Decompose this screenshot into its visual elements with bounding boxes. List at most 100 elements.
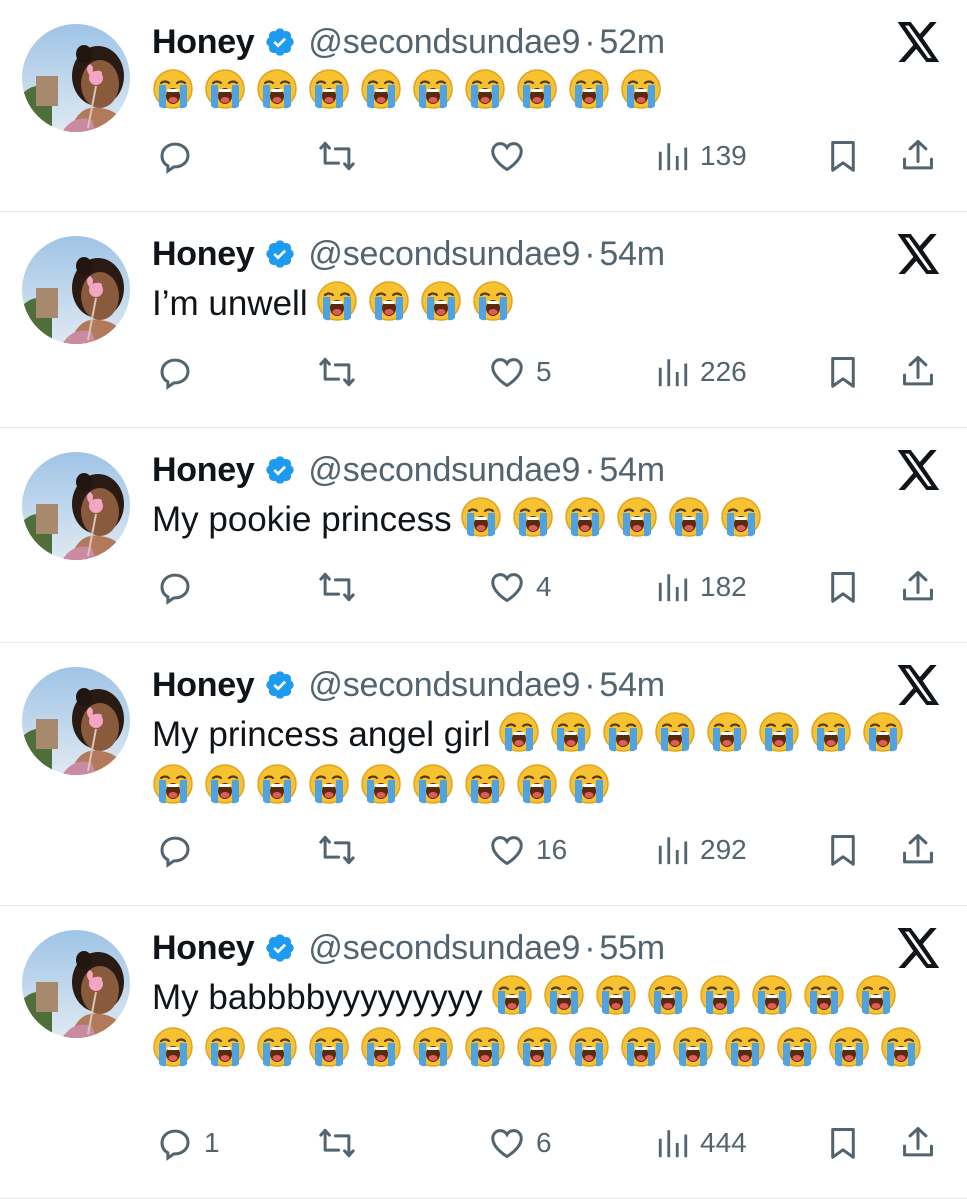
reply-button[interactable] xyxy=(156,352,194,392)
loudly-crying-face-icon xyxy=(550,711,592,753)
x-logo-icon xyxy=(897,234,941,274)
retweet-button[interactable] xyxy=(318,352,356,392)
loudly-crying-face-icon xyxy=(568,1026,610,1068)
reply-icon xyxy=(156,568,194,606)
reply-button[interactable] xyxy=(156,830,194,870)
bookmark-button[interactable] xyxy=(824,136,862,176)
like-button[interactable]: 16 xyxy=(488,830,567,870)
like-icon xyxy=(488,137,526,175)
retweet-button[interactable] xyxy=(318,830,356,870)
tweet-card[interactable]: Honey @secondsundae9 · 54m I’m unwell 5 226 xyxy=(0,212,967,428)
reply-button[interactable] xyxy=(156,567,194,607)
loudly-crying-face-icon xyxy=(516,763,558,805)
avatar[interactable] xyxy=(22,930,130,1038)
loudly-crying-face-icon xyxy=(512,496,554,538)
loudly-crying-face-icon xyxy=(152,68,194,110)
loudly-crying-face-icon xyxy=(360,1026,402,1068)
loudly-crying-face-icon xyxy=(647,974,689,1016)
tweet-body-text: My pookie princess xyxy=(152,500,452,539)
tweet-text: I’m unwell xyxy=(152,278,942,330)
like-button[interactable] xyxy=(488,136,526,176)
loudly-crying-face-icon xyxy=(308,1026,350,1068)
bookmark-button[interactable] xyxy=(824,567,862,607)
display-name[interactable]: Honey xyxy=(152,235,255,274)
timestamp[interactable]: 54m xyxy=(599,451,665,490)
share-button[interactable] xyxy=(899,830,937,870)
tweet-header: Honey @secondsundae9 · 54m xyxy=(152,232,665,276)
loudly-crying-face-icon xyxy=(152,763,194,805)
views-count: 444 xyxy=(700,1127,747,1158)
views-button[interactable]: 182 xyxy=(656,567,747,607)
tweet-card[interactable]: Honey @secondsundae9 · 54m My princess ang… xyxy=(0,643,967,906)
user-handle[interactable]: @secondsundae9 xyxy=(308,929,580,968)
loudly-crying-face-icon xyxy=(256,68,298,110)
reply-button[interactable] xyxy=(156,136,194,176)
loudly-crying-face-icon xyxy=(360,763,402,805)
share-button[interactable] xyxy=(899,136,937,176)
tweet-body-text: My babbbbyyyyyyyyy xyxy=(152,978,483,1017)
display-name[interactable]: Honey xyxy=(152,666,255,705)
share-button[interactable] xyxy=(899,352,937,392)
bookmark-button[interactable] xyxy=(824,352,862,392)
views-button[interactable]: 292 xyxy=(656,830,747,870)
views-icon xyxy=(656,1126,690,1160)
like-button[interactable]: 4 xyxy=(488,567,552,607)
tweet-card[interactable]: Honey @secondsundae9 · 54m My pookie princ… xyxy=(0,428,967,643)
views-button[interactable]: 226 xyxy=(656,352,747,392)
loudly-crying-face-icon xyxy=(803,974,845,1016)
verified-badge-icon xyxy=(264,238,296,270)
tweet-text: My princess angel girl xyxy=(152,709,942,813)
views-count: 226 xyxy=(700,356,747,387)
retweet-icon xyxy=(318,1124,356,1162)
display-name[interactable]: Honey xyxy=(152,23,255,62)
loudly-crying-face-icon xyxy=(654,711,696,753)
bookmark-icon xyxy=(824,137,862,175)
x-logo-icon xyxy=(897,665,941,705)
views-button[interactable]: 139 xyxy=(656,136,747,176)
avatar[interactable] xyxy=(22,236,130,344)
like-button[interactable]: 6 xyxy=(488,1123,552,1163)
verified-badge-icon xyxy=(264,669,296,701)
tweet-card[interactable]: Honey @secondsundae9 · 52m 139 xyxy=(0,0,967,212)
timestamp[interactable]: 55m xyxy=(599,929,665,968)
loudly-crying-face-icon xyxy=(498,711,540,753)
tweet-text: My babbbbyyyyyyyyy xyxy=(152,972,942,1076)
retweet-icon xyxy=(318,137,356,175)
loudly-crying-face-icon xyxy=(204,763,246,805)
timestamp[interactable]: 52m xyxy=(599,23,665,62)
share-button[interactable] xyxy=(899,1123,937,1163)
display-name[interactable]: Honey xyxy=(152,451,255,490)
separator: · xyxy=(584,234,596,273)
retweet-button[interactable] xyxy=(318,1123,356,1163)
display-name[interactable]: Honey xyxy=(152,929,255,968)
reply-button[interactable]: 1 xyxy=(156,1123,220,1163)
user-handle[interactable]: @secondsundae9 xyxy=(308,23,580,62)
loudly-crying-face-icon xyxy=(516,1026,558,1068)
loudly-crying-face-icon xyxy=(460,496,502,538)
avatar[interactable] xyxy=(22,667,130,775)
share-button[interactable] xyxy=(899,567,937,607)
bookmark-button[interactable] xyxy=(824,1123,862,1163)
x-logo-icon xyxy=(897,450,941,490)
loudly-crying-face-icon xyxy=(672,1026,714,1068)
views-button[interactable]: 444 xyxy=(656,1123,747,1163)
timestamp[interactable]: 54m xyxy=(599,666,665,705)
user-handle[interactable]: @secondsundae9 xyxy=(308,666,580,705)
separator: · xyxy=(584,928,596,967)
loudly-crying-face-icon xyxy=(472,280,514,322)
loudly-crying-face-icon xyxy=(204,1026,246,1068)
avatar[interactable] xyxy=(22,452,130,560)
user-handle[interactable]: @secondsundae9 xyxy=(308,235,580,274)
user-handle[interactable]: @secondsundae9 xyxy=(308,451,580,490)
bookmark-button[interactable] xyxy=(824,830,862,870)
views-icon xyxy=(656,355,690,389)
separator: · xyxy=(584,450,596,489)
tweet-card[interactable]: Honey @secondsundae9 · 55m My babbbbyyyyyy… xyxy=(0,906,967,1199)
retweet-button[interactable] xyxy=(318,567,356,607)
loudly-crying-face-icon xyxy=(412,68,454,110)
retweet-button[interactable] xyxy=(318,136,356,176)
loudly-crying-face-icon xyxy=(516,68,558,110)
avatar[interactable] xyxy=(22,24,130,132)
like-button[interactable]: 5 xyxy=(488,352,552,392)
timestamp[interactable]: 54m xyxy=(599,235,665,274)
